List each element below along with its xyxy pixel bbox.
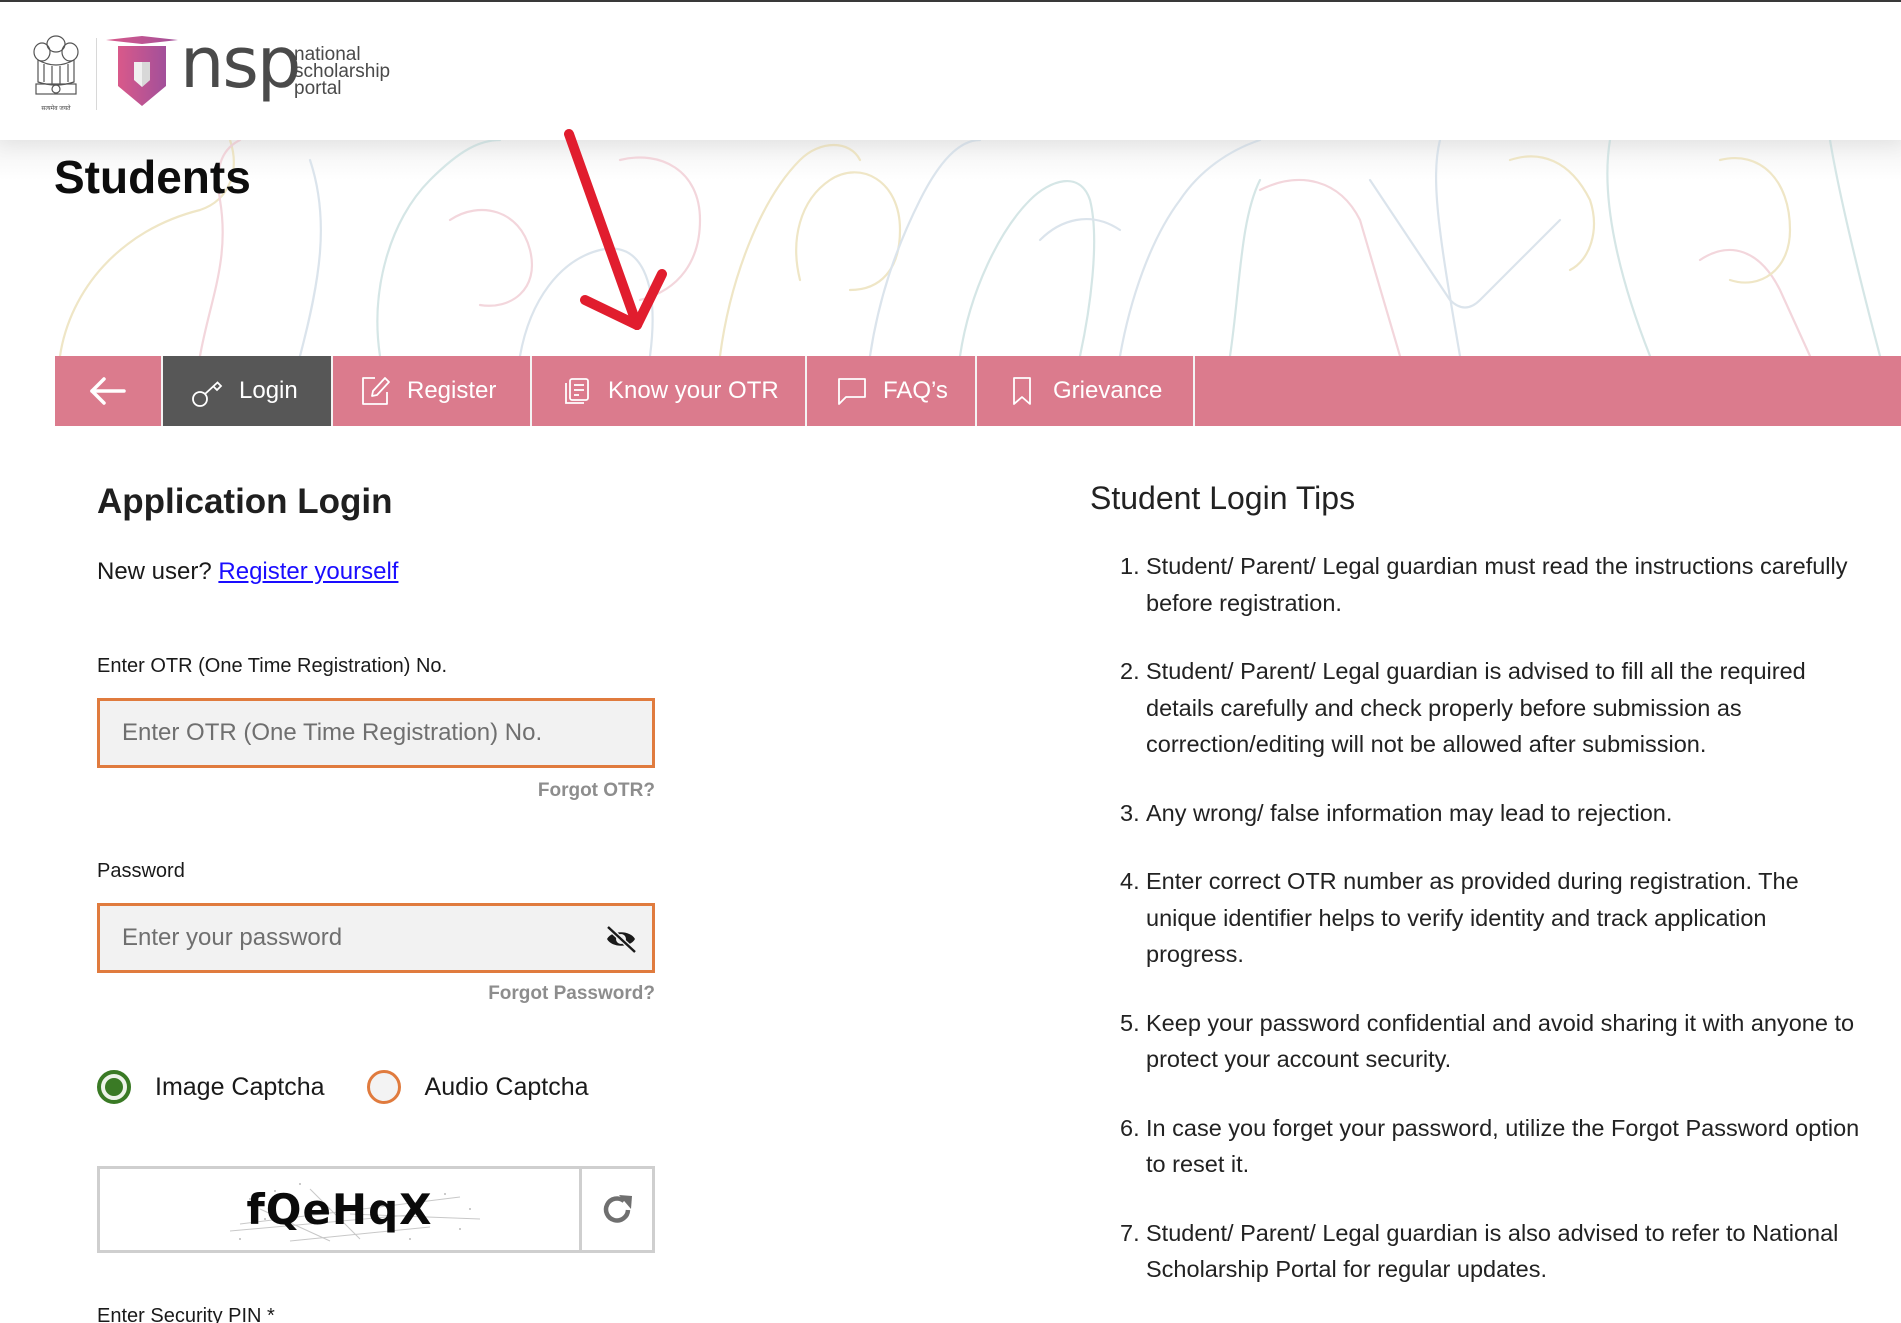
password-label: Password [97, 860, 185, 882]
national-emblem-icon: सत्यमेव जयते [33, 35, 79, 112]
tab-register[interactable]: Register [333, 356, 532, 426]
tab-know-your-otr-label: Know your OTR [608, 377, 779, 404]
arrow-left-icon [90, 377, 126, 405]
tip-item: 7. Student/ Parent/ Legal guardian is als… [1120, 1219, 1839, 1283]
edit-icon [359, 374, 393, 408]
tab-know-your-otr[interactable]: Know your OTR [532, 356, 807, 426]
hero-banner [0, 140, 1901, 356]
tips-list: 1. Student/ Parent/ Legal guardian must r… [1120, 548, 1860, 1320]
otr-field [97, 698, 655, 768]
password-field [97, 903, 655, 973]
application-login-heading: Application Login [97, 482, 393, 521]
forgot-password-link[interactable]: Forgot Password? [405, 983, 655, 1005]
logo-divider [96, 38, 97, 110]
student-login-tips-heading: Student Login Tips [1090, 480, 1356, 516]
tab-login[interactable]: Login [163, 356, 333, 426]
student-nav-bar: Login Register Know your OTR FAQ’s Griev… [55, 356, 1901, 426]
chat-bubble-icon [835, 374, 869, 408]
tab-grievance[interactable]: Grievance [977, 356, 1195, 426]
refresh-icon [603, 1194, 632, 1223]
back-button[interactable] [55, 356, 163, 426]
tab-login-label: Login [239, 377, 298, 404]
annotation-arrow-icon [564, 129, 667, 330]
key-icon [191, 374, 225, 408]
tip-item: 3. Any wrong/ false information may lead … [1120, 799, 1673, 826]
password-input[interactable] [100, 906, 652, 970]
register-yourself-link[interactable]: Register yourself [218, 558, 398, 585]
image-captcha-label: Image Captcha [155, 1072, 325, 1101]
otr-label: Enter OTR (One Time Registration) No. [97, 655, 448, 677]
tip-item: 4. Enter correct OTR number as provided d… [1120, 868, 1799, 967]
new-user-prefix: New user? [97, 558, 219, 585]
forgot-otr-link[interactable]: Forgot OTR? [455, 780, 655, 802]
nsp-logo-shield-icon [106, 36, 178, 106]
svg-text:सत्यमेव जयते: सत्यमेव जयते [41, 104, 71, 112]
tip-item: 6. In case you forget your password, util… [1120, 1114, 1860, 1178]
tip-item: 2. Student/ Parent/ Legal guardian is adv… [1120, 658, 1806, 757]
otr-input[interactable] [100, 701, 652, 765]
image-captcha-radio[interactable] [97, 1070, 131, 1104]
bookmark-icon [1005, 374, 1039, 408]
audio-captcha-radio[interactable] [366, 1070, 401, 1104]
tip-item: 1. Student/ Parent/ Legal guardian must r… [1120, 553, 1848, 616]
audio-captcha-label: Audio Captcha [424, 1072, 589, 1101]
captcha-type-selector: Image Captcha Audio Captcha [97, 1070, 589, 1104]
tab-register-label: Register [407, 377, 497, 404]
captcha-text: fQeHqX [246, 1185, 433, 1234]
refresh-captcha-button[interactable] [579, 1169, 652, 1250]
eye-slash-icon[interactable] [604, 924, 638, 954]
document-list-icon [560, 374, 594, 408]
captcha-box: fQeHqX [97, 1166, 655, 1253]
page-title: Students [54, 151, 251, 203]
nsp-logo-text: nsp [180, 22, 301, 104]
tip-item: 5. Keep your password confidential and av… [1120, 1009, 1855, 1073]
nsp-logo-subtitle: national scholarship portal [294, 44, 391, 99]
new-user-line: New user? Register yourself [97, 558, 398, 586]
tab-grievance-label: Grievance [1053, 377, 1163, 404]
site-header: सत्यमेव जयते nsp national scholarship po… [0, 2, 1901, 140]
security-pin-label: Enter Security PIN * [97, 1305, 275, 1323]
students-line-illustration [58, 140, 1882, 356]
tab-faqs[interactable]: FAQ’s [807, 356, 977, 426]
tab-faqs-label: FAQ’s [883, 377, 948, 404]
captcha-image: fQeHqX [100, 1169, 579, 1250]
